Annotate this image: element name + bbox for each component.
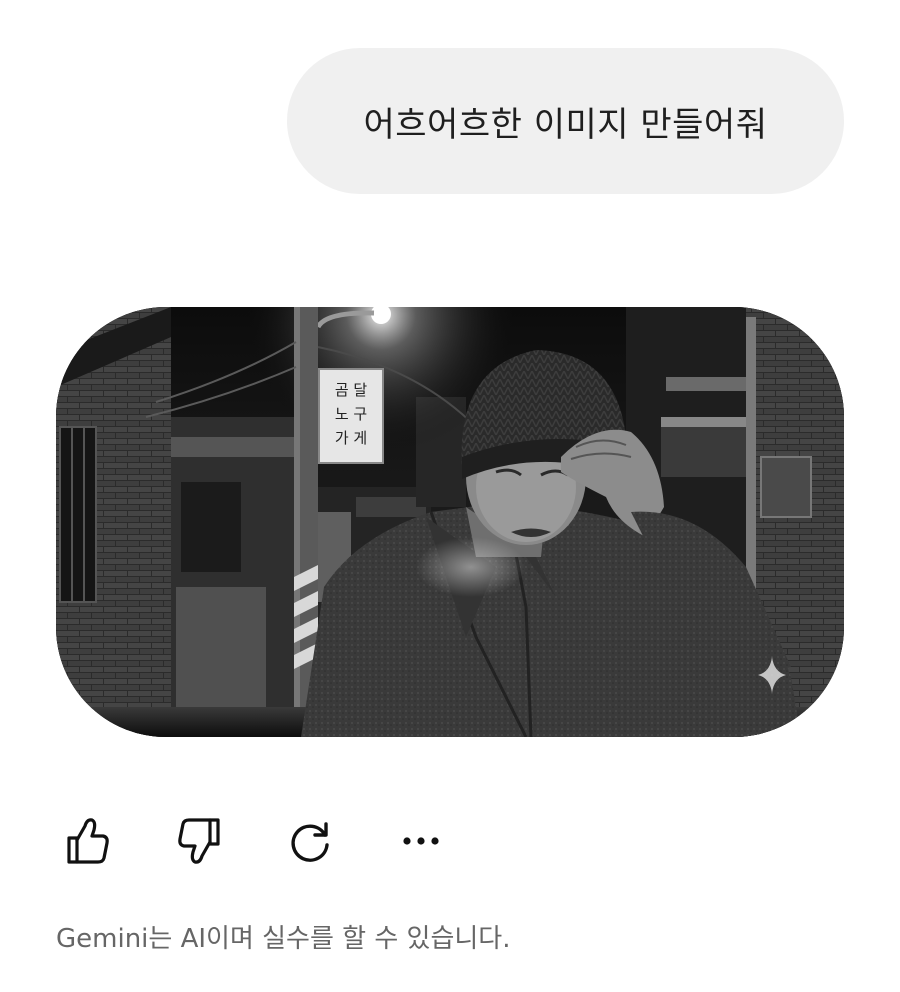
shop-sign-line-3: 가 게 [335, 429, 367, 447]
breath-vapor [416, 537, 526, 597]
left-window [59, 426, 97, 603]
meter-box [760, 456, 812, 518]
user-message-bubble: 어흐어흐한 이미지 만들어줘 [287, 48, 844, 194]
thumbs-up-button[interactable] [60, 813, 116, 869]
more-options-button[interactable] [393, 813, 449, 869]
regenerate-icon [291, 822, 329, 862]
thumbs-up-icon [67, 818, 109, 864]
response-actions [60, 813, 449, 869]
generated-image[interactable]: 곰 달 노 구 가 게 [56, 307, 844, 737]
user-message-text: 어흐어흐한 이미지 만들어줘 [363, 104, 768, 145]
thumbs-down-icon [178, 818, 220, 864]
shop-sign-line-2: 노 구 [335, 405, 367, 423]
shop-sign-line-1: 곰 달 [335, 381, 368, 399]
more-options-icon [403, 837, 439, 845]
regenerate-button[interactable] [282, 813, 338, 869]
ai-disclaimer: Gemini는 AI이며 실수를 할 수 있습니다. [56, 924, 511, 954]
thumbs-down-button[interactable] [171, 813, 227, 869]
